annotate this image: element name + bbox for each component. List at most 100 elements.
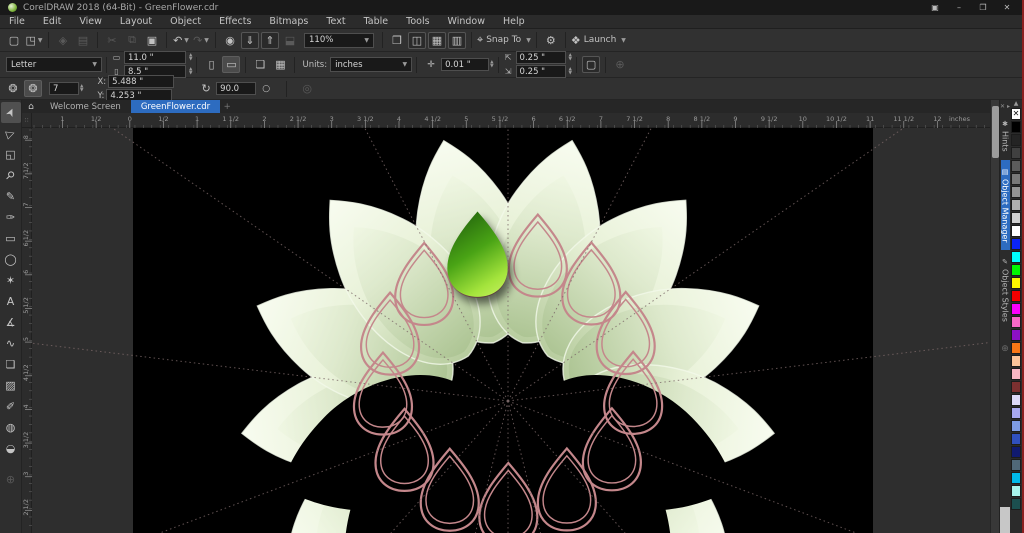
palette-swatch[interactable] [1011, 433, 1021, 445]
page-size-select[interactable]: Letter▼ [6, 57, 102, 72]
nudge-spinner[interactable]: ▲▼ [490, 61, 493, 69]
palette-swatch[interactable] [1011, 355, 1021, 367]
palette-swatch[interactable] [1011, 316, 1021, 328]
rotation-center-icon[interactable]: ○ [257, 80, 275, 97]
palette-swatch[interactable] [1011, 290, 1021, 302]
palette-swatch[interactable] [1011, 472, 1021, 484]
palette-swatch[interactable] [1011, 238, 1021, 250]
smart-fill-tool[interactable]: ◒ [1, 438, 21, 459]
palette-swatch[interactable] [1011, 199, 1021, 211]
palette-swatch[interactable] [1011, 446, 1021, 458]
docker-mini-buttons[interactable]: ✕ ▸ [1000, 100, 1010, 112]
open-button[interactable]: ◳▼ [25, 32, 43, 49]
docker-tab-hints[interactable]: ✱Hints [1001, 112, 1010, 160]
close-button[interactable]: ✕ [996, 1, 1018, 14]
palette-swatch[interactable] [1011, 420, 1021, 432]
text-tool[interactable]: A [1, 291, 21, 312]
palette-scroll-up[interactable]: ▲ [1014, 100, 1019, 108]
zoom-tool[interactable]: ⚲ [1, 165, 21, 186]
vertical-scrollbar[interactable] [990, 100, 999, 533]
export-button[interactable]: ⇑ [261, 32, 279, 49]
landscape-button[interactable]: ▭ [222, 56, 240, 73]
import-button[interactable]: ⇓ [241, 32, 259, 49]
minimize-button[interactable]: – [948, 1, 970, 14]
search-content-button[interactable]: ◉ [221, 32, 239, 49]
nudge-field[interactable]: 0.01 " [441, 58, 489, 71]
page-height-spinner[interactable]: ▲▼ [189, 68, 192, 76]
paste-button[interactable]: ▣ [143, 32, 161, 49]
launch-button[interactable]: ❖Launch▼ [571, 32, 626, 49]
copies-spinner[interactable]: ▲▼ [80, 85, 83, 93]
palette-swatch[interactable] [1011, 147, 1021, 159]
menu-file[interactable]: File [0, 16, 34, 27]
ellipse-tool[interactable]: ◯ [1, 249, 21, 270]
restore-button[interactable]: ❐ [972, 1, 994, 14]
show-guidelines-button[interactable]: ▥ [448, 32, 466, 49]
polygon-tool[interactable]: ✶ [1, 270, 21, 291]
page-width-field[interactable]: 11.0 " [124, 51, 186, 64]
palette-swatch[interactable] [1011, 407, 1021, 419]
menu-text[interactable]: Text [317, 16, 354, 27]
palette-swatch[interactable] [1011, 264, 1021, 276]
home-tab-icon[interactable]: ⌂ [22, 100, 40, 113]
menu-table[interactable]: Table [355, 16, 398, 27]
palette-swatch[interactable] [1011, 394, 1021, 406]
dimension-tool[interactable]: ∡ [1, 312, 21, 333]
menu-window[interactable]: Window [439, 16, 494, 27]
options-button[interactable]: ⚙ [542, 32, 560, 49]
rectangle-tool[interactable]: ▭ [1, 228, 21, 249]
duplicate-y-field[interactable]: 0.25 " [516, 65, 566, 78]
copies-field[interactable]: 7 [49, 82, 79, 95]
palette-swatch[interactable] [1011, 459, 1021, 471]
transform-position-icon[interactable]: ❂ [4, 80, 22, 97]
artistic-media-tool[interactable]: ✑ [1, 207, 21, 228]
palette-swatch[interactable] [1011, 342, 1021, 354]
duplicate-y-spinner[interactable]: ▲▼ [569, 68, 572, 76]
full-screen-preview-button[interactable]: ❒ [388, 32, 406, 49]
menu-layout[interactable]: Layout [111, 16, 161, 27]
tab-welcome-screen[interactable]: Welcome Screen [40, 100, 131, 113]
menu-tools[interactable]: Tools [397, 16, 438, 27]
palette-no-color[interactable]: ✕ [1011, 108, 1021, 120]
duplicate-x-spinner[interactable]: ▲▼ [569, 54, 572, 62]
palette-swatch[interactable] [1011, 329, 1021, 341]
palette-swatch[interactable] [1011, 485, 1021, 497]
page-width-spinner[interactable]: ▲▼ [189, 54, 192, 62]
new-document-button[interactable]: ▢ [5, 32, 23, 49]
rotation-angle-field[interactable]: 90.0 [216, 82, 256, 95]
connector-tool[interactable]: ∿ [1, 333, 21, 354]
palette-swatch[interactable] [1011, 134, 1021, 146]
menu-view[interactable]: View [70, 16, 111, 27]
palette-swatch[interactable] [1011, 277, 1021, 289]
menu-effects[interactable]: Effects [210, 16, 260, 27]
crop-tool[interactable]: ◱ [1, 144, 21, 165]
scrollbar-thumb[interactable] [992, 106, 999, 158]
ruler-origin-button[interactable]: ∷ [22, 113, 32, 128]
pick-tool[interactable]: ➤ [1, 102, 21, 123]
account-icon[interactable]: ▣ [924, 1, 946, 14]
show-rulers-button[interactable]: ◫ [408, 32, 426, 49]
menu-edit[interactable]: Edit [34, 16, 70, 27]
palette-swatch[interactable] [1011, 368, 1021, 380]
undo-button[interactable]: ↶▼ [172, 32, 190, 49]
color-eyedropper-tool[interactable]: ✐ [1, 396, 21, 417]
palette-swatch[interactable] [1011, 498, 1021, 510]
shape-tool[interactable]: ▷ [1, 123, 21, 144]
palette-swatch[interactable] [1011, 173, 1021, 185]
palette-swatch[interactable] [1011, 212, 1021, 224]
vertical-ruler[interactable]: 87 1/276 1/265 1/254 1/243 1/232 1/2 [22, 128, 32, 533]
duplicate-x-field[interactable]: 0.25 " [516, 51, 566, 64]
tab-greenflower[interactable]: GreenFlower.cdr [131, 100, 220, 113]
palette-swatch[interactable] [1011, 121, 1021, 133]
show-grid-button[interactable]: ▦ [428, 32, 446, 49]
transparency-tool[interactable]: ▨ [1, 375, 21, 396]
freehand-tool[interactable]: ✎ [1, 186, 21, 207]
transform-rotate-icon[interactable]: ❂ [24, 80, 42, 97]
palette-swatch[interactable] [1011, 160, 1021, 172]
docker-bottom-button[interactable] [1000, 507, 1010, 533]
palette-swatch[interactable] [1011, 251, 1021, 263]
docker-tab-object-manager[interactable]: ▤Object Manager [1001, 160, 1010, 251]
new-tab-button[interactable]: + [220, 100, 234, 113]
palette-swatch[interactable] [1011, 186, 1021, 198]
horizontal-ruler[interactable]: 11/201/211 1/222 1/233 1/244 1/255 1/266… [32, 113, 990, 128]
